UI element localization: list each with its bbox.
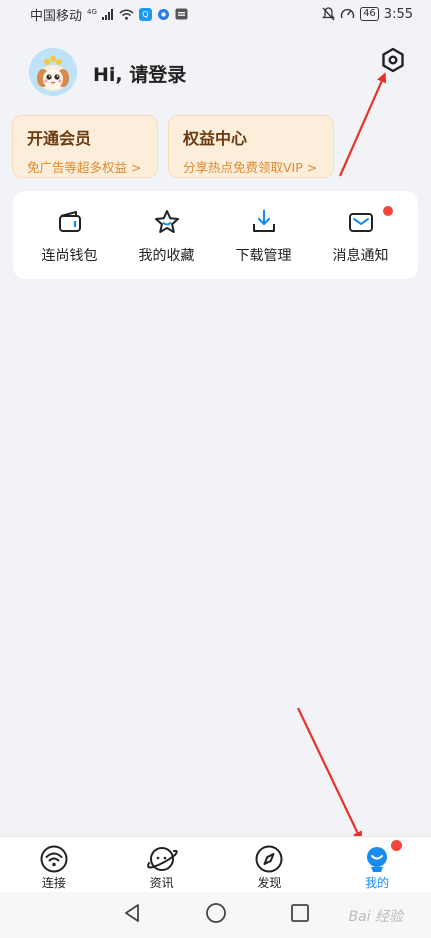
quick-action-downloads[interactable]: 下载管理	[213, 191, 314, 279]
search-app-icon: Q	[138, 7, 152, 21]
battery-indicator: 46	[360, 7, 379, 21]
speedometer-icon	[340, 7, 355, 21]
wallet-icon	[58, 211, 81, 232]
tab-discover[interactable]: 发现	[216, 837, 324, 892]
tab-label: 连接	[41, 876, 66, 890]
star-icon	[154, 210, 179, 233]
quick-action-label: 连尚钱包	[41, 248, 98, 264]
home-circle-icon	[205, 903, 226, 923]
download-icon	[252, 209, 275, 232]
notification-badge	[383, 206, 393, 216]
quick-actions-card: 连尚钱包 我的收藏 下载管理 消息通知	[13, 191, 418, 279]
planet-icon	[146, 847, 178, 871]
quick-action-wallet[interactable]: 连尚钱包	[19, 191, 120, 279]
message-app-icon	[175, 8, 188, 20]
recents-button[interactable]	[290, 903, 310, 927]
back-button[interactable]	[122, 903, 142, 927]
wifi-icon	[40, 845, 68, 873]
system-nav-bar: Bai 经验	[0, 892, 431, 938]
network-label: 4G	[87, 7, 97, 16]
recents-square-icon	[290, 904, 309, 922]
mute-bell-icon	[322, 7, 336, 21]
home-button[interactable]	[205, 902, 227, 928]
tab-label: 我的	[365, 876, 390, 890]
settings-button[interactable]	[378, 45, 408, 75]
status-bar: 中国移动 4G Q 46 3:55	[0, 0, 431, 28]
compass-icon	[255, 845, 283, 873]
quick-action-label: 下载管理	[235, 248, 292, 264]
benefits-center-card[interactable]: 权益中心 分享热点免费领取VIP >	[168, 115, 334, 178]
profile-tab-badge	[391, 840, 403, 851]
promo-title: 开通会员	[27, 129, 92, 148]
clock: 3:55	[383, 6, 413, 22]
tab-profile[interactable]: 我的	[323, 837, 431, 892]
arrow-to-profile-tab	[297, 707, 362, 842]
avatar[interactable]	[29, 48, 77, 96]
carrier-label: 中国移动	[30, 8, 83, 24]
profile-icon	[367, 847, 388, 872]
tab-connect[interactable]: 连接	[0, 837, 108, 892]
vip-membership-card[interactable]: 开通会员 免广告等超多权益 >	[12, 115, 158, 178]
quick-action-label: 消息通知	[332, 248, 389, 264]
login-prompt[interactable]: Hi, 请登录	[93, 60, 186, 87]
signal-icon	[101, 8, 114, 20]
back-triangle-icon	[124, 904, 139, 922]
wifi-status-icon	[119, 9, 134, 20]
promo-subtitle: 分享热点免费领取VIP >	[183, 160, 318, 175]
mail-icon	[348, 213, 373, 232]
tab-label: 资讯	[149, 876, 174, 890]
watermark: Bai 经验	[348, 909, 403, 925]
browser-app-icon	[157, 8, 170, 21]
tab-label: 发现	[257, 876, 282, 890]
quick-action-favorites[interactable]: 我的收藏	[116, 191, 217, 279]
settings-hexagon-icon	[382, 47, 404, 73]
promo-title: 权益中心	[183, 129, 248, 148]
tab-news[interactable]: 资讯	[108, 837, 216, 892]
quick-action-notifications[interactable]: 消息通知	[310, 191, 411, 279]
promo-subtitle: 免广告等超多权益 >	[27, 160, 142, 175]
quick-action-label: 我的收藏	[138, 248, 195, 264]
bottom-tab-bar: 连接 资讯 发现 我的	[0, 836, 431, 892]
profile-header: Hi, 请登录	[0, 40, 431, 110]
